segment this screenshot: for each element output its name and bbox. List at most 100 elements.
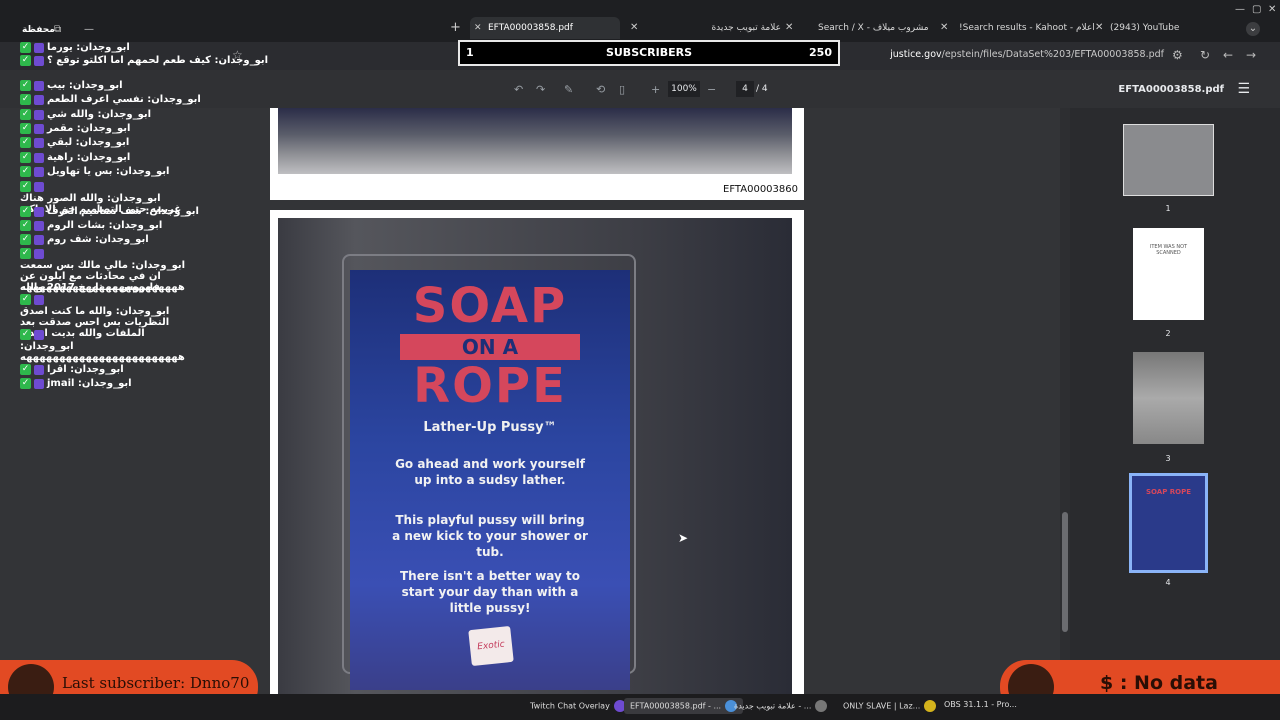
close-icon[interactable]: ✕ — [1095, 22, 1103, 33]
page-number-input[interactable]: 4 — [736, 81, 754, 97]
reload-icon[interactable]: ↻ — [1200, 48, 1210, 62]
chat-text: ابو_وجدان: jmail — [47, 378, 132, 389]
tab-title: Search / X - مشروب ميلاف — [818, 23, 929, 33]
brand-logo: Exotic — [468, 625, 514, 667]
tab-youtube[interactable]: (2943) YouTube — [1110, 17, 1220, 39]
subscriber-badge-icon — [34, 80, 44, 91]
taskbar-label: OBS 31.1.1 - Pro... — [944, 700, 1017, 709]
subscriber-badge-icon — [34, 55, 44, 66]
thumbnail-page-2[interactable]: ITEM WAS NOT SCANNED — [1133, 228, 1204, 320]
subscriber-badge-icon — [34, 329, 44, 340]
maximize-button[interactable]: ▢ — [1252, 2, 1261, 18]
product-title-line-1: SOAP — [412, 278, 568, 334]
verified-check-icon: ✓ — [20, 137, 31, 148]
close-icon[interactable]: ✕ — [785, 22, 793, 33]
document-title: EFTA00003858.pdf — [1118, 84, 1224, 95]
chat-message: ✓ — [20, 329, 260, 341]
thumbnail-text: SOAP ROPE — [1145, 488, 1192, 496]
thumbnail-page-3[interactable] — [1133, 352, 1204, 444]
close-icon[interactable]: ✕ — [630, 22, 638, 33]
page-3-scan-image — [278, 108, 792, 174]
taskbar: Twitch Chat Overlay EFTA00003858.pdf - .… — [0, 694, 1280, 720]
chat-message: ✓ ابو_وجدان: jmail — [20, 378, 260, 390]
subscriber-badge-icon — [34, 137, 44, 148]
subscriber-badge-icon — [34, 42, 44, 53]
taskbar-item-only-slave[interactable]: ONLY SLAVE | Laz... — [843, 700, 937, 712]
chat-text: ابو_وجدان: شف روم — [47, 234, 149, 245]
taskbar-item-new-tab[interactable]: علامة تبويب جديدة - ... — [734, 700, 828, 712]
pdf-scrollbar[interactable] — [1060, 108, 1070, 664]
forward-icon[interactable]: → — [1246, 48, 1256, 62]
subscriber-goal-target: 250 — [809, 46, 832, 59]
chat-text: ابو_وجدان: لبقي — [47, 137, 130, 148]
product-package: SOAP ON A ROPE Lather-Up Pussy™ Go ahead… — [350, 270, 630, 690]
subscriber-badge-icon — [34, 248, 44, 259]
taskbar-item-pdf[interactable]: EFTA00003858.pdf - ... — [624, 698, 744, 714]
verified-check-icon: ✓ — [20, 206, 31, 217]
close-icon[interactable]: ✕ — [940, 22, 948, 33]
tab-list-dropdown-icon[interactable]: ⌄ — [1246, 22, 1260, 36]
subscriber-badge-icon — [34, 378, 44, 389]
chat-message: ✓ ابو_وجدان: لبقي — [20, 137, 260, 149]
taskbar-label: EFTA00003858.pdf - ... — [630, 701, 722, 711]
tab-efta-pdf[interactable]: ✕ EFTA00003858.pdf — [470, 17, 620, 39]
redo-icon[interactable]: ↷ — [536, 83, 545, 96]
verified-check-icon: ✓ — [20, 364, 31, 375]
tab-kahoot[interactable]: !Search results - Kahoot - اعلام — [955, 17, 1095, 39]
verified-check-icon: ✓ — [20, 181, 31, 192]
zoom-level-field[interactable]: 100% — [668, 81, 700, 97]
page-total: / 4 — [756, 84, 768, 94]
page-4-scan-image: SOAP ON A ROPE Lather-Up Pussy™ Go ahead… — [278, 218, 792, 694]
screen: { "browser": { "tabs": [ {"title": "EFTA… — [0, 0, 1280, 720]
chat-message: ✓ ابو_وجدان: كيف طعم لحمهم اما اكلتو توقع… — [20, 55, 268, 67]
chat-message: ابو_وجدان: ههههههههههههههههههههههههه — [20, 341, 195, 363]
scrollbar-thumb[interactable] — [1062, 512, 1068, 632]
zoom-in-icon[interactable]: + — [651, 83, 660, 96]
close-icon[interactable]: ✕ — [474, 17, 482, 39]
close-window-button[interactable]: ✕ — [1268, 2, 1276, 18]
mouse-cursor-icon: ➤ — [678, 531, 689, 545]
draw-icon[interactable]: ✎ — [564, 83, 573, 96]
chat-message: ✓ ابو_وجدان: راهية — [20, 152, 260, 164]
site-settings-icon[interactable]: ⚙ — [1172, 48, 1183, 62]
taskbar-item-obs[interactable]: OBS 31.1.1 - Pro... — [944, 700, 1017, 709]
new-tab-plus-button[interactable]: + — [450, 20, 461, 36]
chat-text: ابو_وجدان: والله شي — [47, 109, 152, 120]
undo-icon[interactable]: ↶ — [514, 83, 523, 96]
chat-text: ههههههههههههههههههههههههه — [20, 282, 185, 293]
verified-check-icon: ✓ — [20, 166, 31, 177]
pdf-page-3: EFTA00003860 — [270, 108, 804, 200]
chat-text: ابو_وجدان: كيف طعم لحمهم اما اكلتو توقع … — [47, 55, 269, 66]
thumbnail-page-4[interactable]: SOAP ROPE — [1129, 473, 1208, 573]
chat-message: ✓ ابو_وجدان: بس يا تهاويل — [20, 166, 260, 178]
product-copy-1: Go ahead and work yourself up into a sud… — [395, 457, 585, 487]
taskbar-item-chat-overlay[interactable]: Twitch Chat Overlay — [530, 700, 626, 712]
thumbnail-panel: 1 ITEM WAS NOT SCANNED 2 3 SOAP ROPE 4 — [1070, 108, 1280, 694]
page-3-bates-label: EFTA00003860 — [723, 184, 798, 195]
zoom-out-icon[interactable]: − — [707, 83, 716, 96]
menu-icon[interactable]: ☰ — [1237, 81, 1250, 97]
rotate-icon[interactable]: ⟲ — [596, 83, 605, 96]
chat-message: ✓ ابو_وجدان: يورما — [20, 42, 260, 54]
thumbnail-page-1[interactable] — [1123, 124, 1214, 196]
tab-search-x[interactable]: Search / X - مشروب ميلاف — [800, 17, 930, 39]
donation-text: $ : No data — [1100, 672, 1218, 694]
subscriber-badge-icon — [34, 123, 44, 134]
minimize-button[interactable]: — — [1235, 2, 1245, 18]
url-field[interactable]: justice.gov/epstein/files/DataSet%203/EF… — [890, 49, 1164, 60]
chat-message: ✓ ابو_وجدان: بشات الروم — [20, 220, 260, 232]
verified-check-icon: ✓ — [20, 109, 31, 120]
pdf-page-4: SOAP ON A ROPE Lather-Up Pussy™ Go ahead… — [270, 210, 804, 694]
fit-page-icon[interactable]: ▯ — [619, 83, 625, 96]
chat-text: ابو_وجدان: بيب — [47, 80, 123, 91]
verified-check-icon: ✓ — [20, 123, 31, 134]
product-copy-2: This playful pussy will bring a new kick… — [392, 513, 588, 559]
subscriber-badge-icon — [34, 206, 44, 217]
chrome-icon — [815, 700, 828, 712]
tab-new-tab[interactable]: علامة تبويب جديدة — [645, 17, 785, 39]
last-subscriber-text: Last subscriber: Dnno70 — [62, 674, 250, 692]
subscriber-badge-icon — [34, 166, 44, 177]
back-icon[interactable]: ← — [1223, 48, 1233, 62]
chat-text: ابو_وجدان: مقمر — [47, 123, 131, 134]
product-tagline: Lather-Up Pussy™ — [423, 420, 557, 435]
